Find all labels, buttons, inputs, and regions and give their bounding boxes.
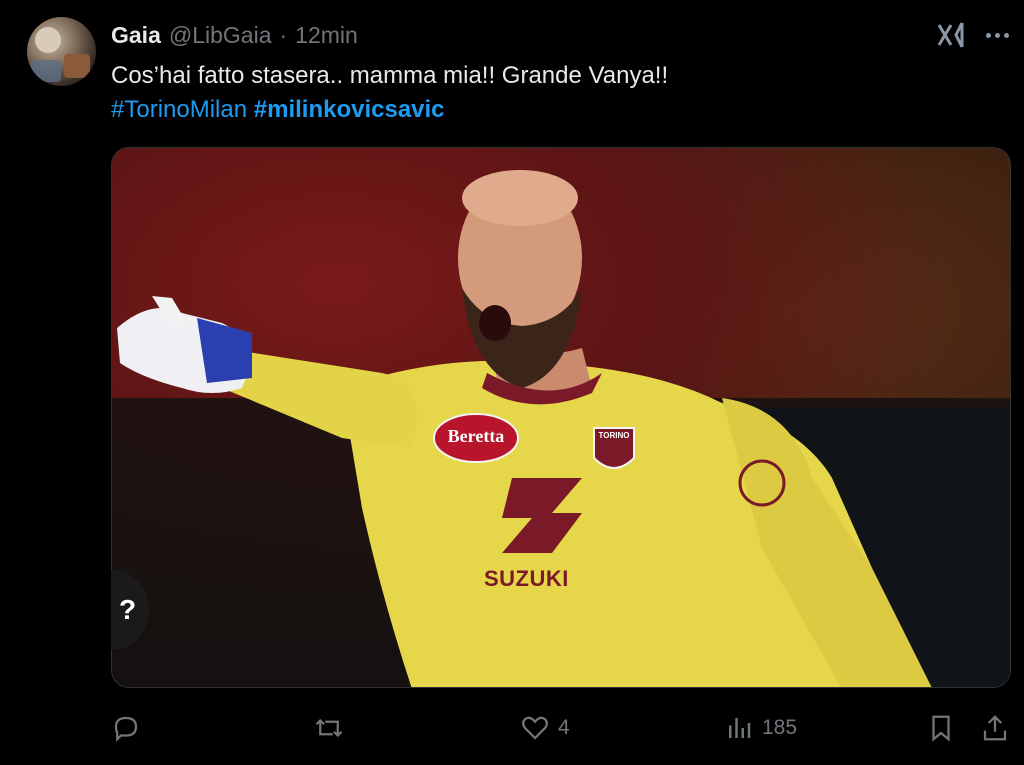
like-button[interactable]: 4 bbox=[520, 708, 570, 748]
repost-button[interactable] bbox=[314, 708, 352, 748]
post-image[interactable]: Beretta TORINO SUZUKI bbox=[111, 147, 1011, 688]
jersey-brand-text: Beretta bbox=[447, 426, 505, 446]
post-header: Gaia @LibGaia · 12min bbox=[111, 21, 358, 49]
like-count: 4 bbox=[558, 716, 570, 739]
repost-icon bbox=[315, 718, 343, 738]
hashtags: #TorinoMilan #milinkovicsavic bbox=[111, 92, 445, 128]
author-handle[interactable]: @LibGaia bbox=[169, 22, 272, 49]
action-bar: 4 185 bbox=[111, 708, 1021, 748]
views-count: 185 bbox=[762, 716, 798, 739]
more-options-icon[interactable] bbox=[982, 21, 1012, 49]
share-icon bbox=[983, 715, 1007, 741]
post-time[interactable]: 12min bbox=[295, 22, 358, 49]
bookmark-icon bbox=[932, 715, 950, 742]
reply-button[interactable] bbox=[111, 708, 149, 748]
share-button[interactable] bbox=[980, 708, 1010, 748]
separator-dot: · bbox=[279, 21, 288, 48]
author-name[interactable]: Gaia bbox=[111, 22, 161, 49]
hashtag-link[interactable]: #TorinoMilan bbox=[111, 96, 247, 123]
bookmark-button[interactable] bbox=[926, 708, 956, 748]
views-button[interactable]: 185 bbox=[724, 708, 797, 748]
heart-icon bbox=[522, 716, 548, 740]
grok-icon[interactable] bbox=[936, 21, 966, 49]
crest-text: TORINO bbox=[598, 431, 630, 440]
reply-icon bbox=[114, 716, 138, 742]
jersey-sponsor-text: SUZUKI bbox=[484, 566, 569, 591]
author-avatar[interactable] bbox=[27, 17, 96, 86]
post-text: Cos’hai fatto stasera.. mamma mia!! Gran… bbox=[111, 62, 669, 89]
views-icon bbox=[729, 718, 751, 738]
hashtag-link[interactable]: #milinkovicsavic bbox=[254, 96, 445, 123]
